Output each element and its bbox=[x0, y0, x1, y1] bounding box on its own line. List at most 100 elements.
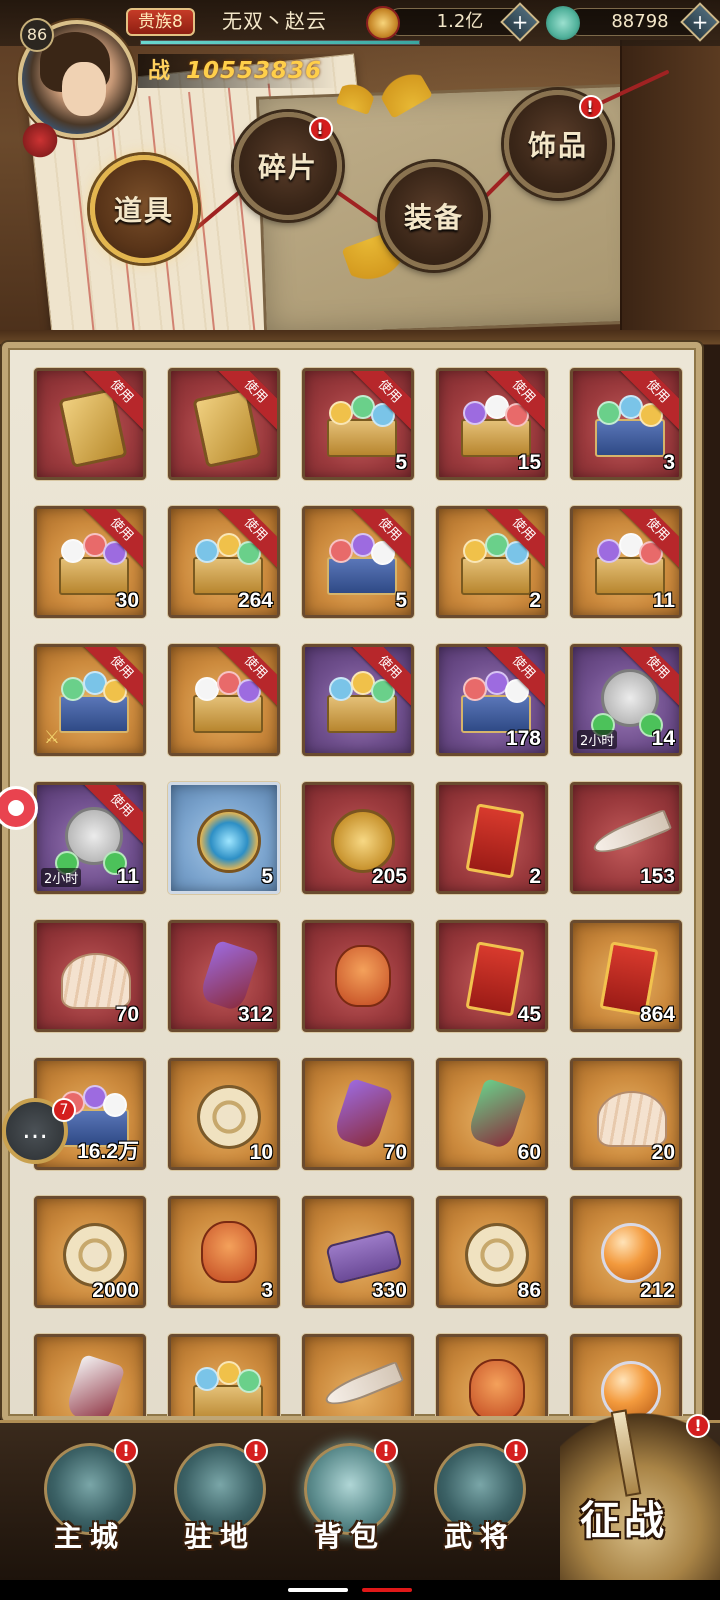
inventory-slot[interactable]: 70 bbox=[34, 920, 146, 1032]
inventory-slot[interactable]: 使用 5 bbox=[302, 506, 414, 618]
item-count: 5 bbox=[261, 865, 273, 888]
tab-accessories[interactable]: 饰品 ! bbox=[504, 90, 612, 198]
inventory-slot[interactable]: 使用 bbox=[302, 644, 414, 756]
home-indicator[interactable] bbox=[288, 1588, 348, 1592]
inventory-panel: 使用 使用 使用 5 使用 15 使用 3 使用 30 使用 264 使用 5 使用 2 使用 11 使用 ⚔ 使用 使用… bbox=[2, 342, 702, 1422]
bag-icon bbox=[319, 939, 403, 1015]
inventory-slot[interactable] bbox=[302, 1334, 414, 1416]
nav-main-city[interactable]: 主城 ! bbox=[30, 1439, 150, 1563]
horn-icon bbox=[319, 1353, 405, 1416]
item-count: 205 bbox=[371, 865, 407, 888]
exp-bar bbox=[140, 40, 420, 45]
item-count: 15 bbox=[517, 451, 541, 474]
nav-backpack-badge: ! bbox=[374, 1439, 398, 1463]
inventory-slot[interactable] bbox=[168, 1334, 280, 1416]
chest-icon bbox=[185, 1353, 269, 1416]
tab-items-label: 道具 bbox=[113, 194, 174, 227]
nav-garrison[interactable]: 驻地 ! bbox=[160, 1439, 280, 1563]
inventory-slot[interactable]: 60 bbox=[436, 1058, 548, 1170]
inventory-slot[interactable]: 205 bbox=[302, 782, 414, 894]
nav-generals-label: 武将 bbox=[443, 1520, 516, 1553]
inventory-slot[interactable] bbox=[34, 1334, 146, 1416]
crest-icon bbox=[185, 801, 269, 877]
inventory-slot[interactable]: 使用 bbox=[168, 644, 280, 756]
inventory-slot[interactable]: 3 bbox=[168, 1196, 280, 1308]
nav-main-city-label: 主城 bbox=[53, 1520, 126, 1553]
tab-equipment[interactable]: 装备 bbox=[380, 162, 488, 270]
nav-garrison-badge: ! bbox=[244, 1439, 268, 1463]
inventory-slot[interactable]: 使用 178 bbox=[436, 644, 548, 756]
item-count: 11 bbox=[116, 865, 139, 888]
bag-icon bbox=[453, 1353, 537, 1416]
item-count: 864 bbox=[639, 1003, 675, 1026]
inventory-slot[interactable]: 2000 bbox=[34, 1196, 146, 1308]
bag-icon bbox=[185, 1215, 269, 1291]
tab-items[interactable]: 道具 bbox=[90, 155, 198, 263]
inventory-slot[interactable] bbox=[436, 1334, 548, 1416]
inventory-slot[interactable]: 212 bbox=[570, 1196, 682, 1308]
tab-accessories-alert-badge: ! bbox=[579, 95, 603, 119]
inventory-slot[interactable]: 使用 ⚔ bbox=[34, 644, 146, 756]
item-count: 2000 bbox=[92, 1279, 139, 1302]
inventory-slot[interactable]: 使用 bbox=[34, 368, 146, 480]
inventory-slot[interactable]: 使用 bbox=[168, 368, 280, 480]
inventory-slot[interactable]: 70 bbox=[302, 1058, 414, 1170]
inventory-slot[interactable]: 使用 2 bbox=[436, 506, 548, 618]
item-count: 30 bbox=[115, 589, 139, 612]
inventory-slot[interactable]: 使用 5 bbox=[302, 368, 414, 480]
nav-backpack[interactable]: 背包 ! bbox=[290, 1439, 410, 1563]
inventory-slot[interactable]: 使用 3 bbox=[570, 368, 682, 480]
currency-gold-value: 1.2亿 bbox=[436, 11, 484, 32]
inventory-slot[interactable]: 使用 2小时 14 bbox=[570, 644, 682, 756]
item-count: 330 bbox=[371, 1279, 407, 1302]
inventory-slot[interactable]: 使用 15 bbox=[436, 368, 548, 480]
system-nav-bar bbox=[0, 1580, 720, 1600]
item-count: 312 bbox=[237, 1003, 273, 1026]
inventory-slot[interactable]: 10 bbox=[168, 1058, 280, 1170]
recent-indicator[interactable] bbox=[362, 1588, 412, 1592]
item-count: 70 bbox=[383, 1141, 407, 1164]
inventory-slot[interactable]: 864 bbox=[570, 920, 682, 1032]
item-count: 153 bbox=[639, 865, 675, 888]
inventory-slot[interactable] bbox=[302, 920, 414, 1032]
nav-garrison-label: 驻地 bbox=[183, 1520, 256, 1553]
inventory-grid: 使用 使用 使用 5 使用 15 使用 3 使用 30 使用 264 使用 5 使用 2 使用 11 使用 ⚔ 使用 使用… bbox=[34, 368, 694, 1416]
inventory-slot[interactable]: 使用 264 bbox=[168, 506, 280, 618]
book-icon bbox=[453, 801, 537, 879]
tab-fragments-label: 碎片 bbox=[257, 151, 318, 184]
inventory-slot[interactable]: 312 bbox=[168, 920, 280, 1032]
inventory-slot[interactable]: 使用 11 bbox=[570, 506, 682, 618]
battle-badge: ! bbox=[686, 1414, 710, 1438]
inventory-slot[interactable]: 330 bbox=[302, 1196, 414, 1308]
inventory-slot[interactable]: 5 bbox=[168, 782, 280, 894]
vip-badge[interactable]: 贵族8 bbox=[126, 8, 195, 36]
coin-icon bbox=[366, 6, 400, 40]
inventory-slot[interactable]: 20 bbox=[570, 1058, 682, 1170]
combat-power-value: 10553836 bbox=[186, 58, 323, 84]
inventory-slot[interactable]: 45 bbox=[436, 920, 548, 1032]
item-count: 14 bbox=[651, 727, 675, 750]
tab-fragments[interactable]: 碎片 ! bbox=[234, 112, 342, 220]
inventory-slot[interactable]: 2 bbox=[436, 782, 548, 894]
inventory-slot[interactable]: 使用 2小时 11 bbox=[34, 782, 146, 894]
inventory-slot[interactable]: 86 bbox=[436, 1196, 548, 1308]
item-count: 212 bbox=[639, 1279, 675, 1302]
inventory-slot[interactable]: 使用 30 bbox=[34, 506, 146, 618]
battle-button[interactable]: 征战 ! bbox=[560, 1400, 720, 1580]
jade-icon bbox=[546, 6, 580, 40]
nav-generals[interactable]: 武将 ! bbox=[420, 1439, 540, 1563]
gem-icon bbox=[51, 1353, 135, 1416]
item-count: 11 bbox=[652, 589, 675, 612]
item-count: 2 bbox=[529, 865, 541, 888]
item-count: 3 bbox=[261, 1279, 273, 1302]
item-count: 10 bbox=[249, 1141, 273, 1164]
combat-power-prefix: 战 bbox=[148, 58, 171, 84]
inventory-slot[interactable]: 153 bbox=[570, 782, 682, 894]
battle-label: 征战 bbox=[580, 1497, 668, 1544]
player-name: 无双丶赵云 bbox=[222, 9, 327, 33]
item-count: 20 bbox=[651, 1141, 675, 1164]
tab-equipment-label: 装备 bbox=[403, 201, 464, 234]
tab-accessories-label: 饰品 bbox=[527, 129, 588, 162]
item-count: 60 bbox=[517, 1141, 541, 1164]
item-count: 45 bbox=[517, 1003, 541, 1026]
